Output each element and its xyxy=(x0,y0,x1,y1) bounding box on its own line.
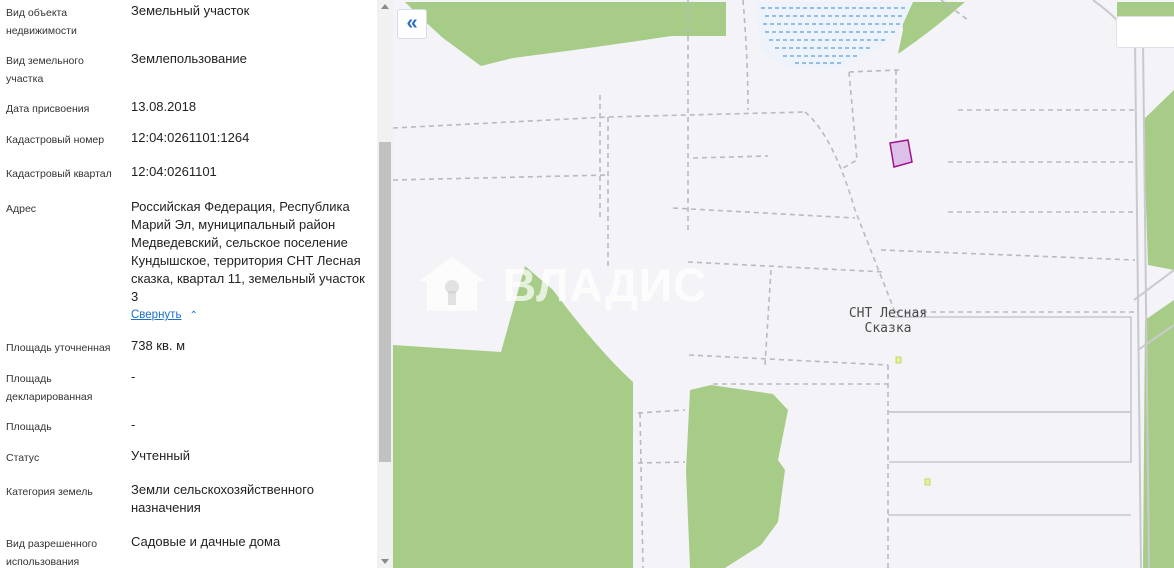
scroll-down-arrow-icon[interactable] xyxy=(381,559,389,564)
detail-label: Площадь уточненная xyxy=(6,342,111,354)
scroll-thumb[interactable] xyxy=(379,142,391,462)
map-search-box[interactable] xyxy=(1116,16,1174,48)
detail-label: Вид объекта недвижимости xyxy=(6,7,77,37)
settlement-label-line1: СНТ Лесная xyxy=(848,306,928,321)
point-marker xyxy=(924,478,931,486)
chevron-up-icon: ⌃ xyxy=(189,310,198,321)
detail-label: Вид разрешенного использования xyxy=(6,538,98,568)
detail-label: Дата присвоения xyxy=(6,103,90,115)
address-collapse-link[interactable]: Свернуть ⌃ xyxy=(131,309,198,321)
detail-label: Статус xyxy=(6,452,40,464)
settlement-label: СНТ Лесная Сказка xyxy=(833,306,943,336)
detail-label: Площадь декларированная xyxy=(6,373,93,403)
point-marker xyxy=(895,356,902,364)
collapse-panel-button[interactable]: « xyxy=(397,9,427,39)
detail-value: Земли сельскохозяйственного назначения xyxy=(131,482,314,515)
forest-area xyxy=(686,385,788,568)
water-body xyxy=(755,2,913,70)
detail-label: Адрес xyxy=(6,203,37,215)
detail-value: Учтенный xyxy=(131,448,191,463)
parcel-grid xyxy=(888,316,1132,516)
detail-label: Вид земельного участка xyxy=(6,55,84,85)
detail-value: - xyxy=(131,369,136,384)
settlement-label-line2: Сказка xyxy=(864,321,912,336)
detail-value: - xyxy=(131,417,136,432)
forest-area xyxy=(1143,90,1174,270)
detail-label: Категория земель xyxy=(6,486,93,498)
forest-area xyxy=(405,2,726,66)
detail-value: Земельный участок xyxy=(131,3,250,18)
scroll-up-arrow-icon[interactable] xyxy=(381,4,389,9)
collapse-link-label: Свернуть xyxy=(131,309,182,321)
house-logo-icon xyxy=(419,257,485,311)
double-chevron-left-icon: « xyxy=(406,12,418,34)
detail-value: Российская Федерация, Республика Марий Э… xyxy=(131,199,365,304)
detail-value: 12:04:0261101:1264 xyxy=(131,130,250,145)
detail-value: 12:04:0261101 xyxy=(131,164,217,179)
detail-value: 13.08.2018 xyxy=(131,99,197,114)
detail-value: Садовые и дачные дома xyxy=(131,534,281,549)
panel-scrollbar[interactable] xyxy=(377,0,393,568)
detail-label: Площадь xyxy=(6,421,52,433)
detail-label: Кадастровый квартал xyxy=(6,168,112,180)
detail-label: Кадастровый номер xyxy=(6,134,105,146)
detail-value: 738 кв. м xyxy=(131,338,186,353)
cadastral-map[interactable]: ВЛАДИС СНТ Лесная Сказка « xyxy=(393,0,1174,568)
watermark-text: ВЛАДИС xyxy=(503,259,708,311)
selected-land-plot xyxy=(889,139,913,168)
property-details-panel: Вид объекта недвижимости Земельный участ… xyxy=(0,0,377,568)
detail-value: Землепользование xyxy=(131,51,247,66)
